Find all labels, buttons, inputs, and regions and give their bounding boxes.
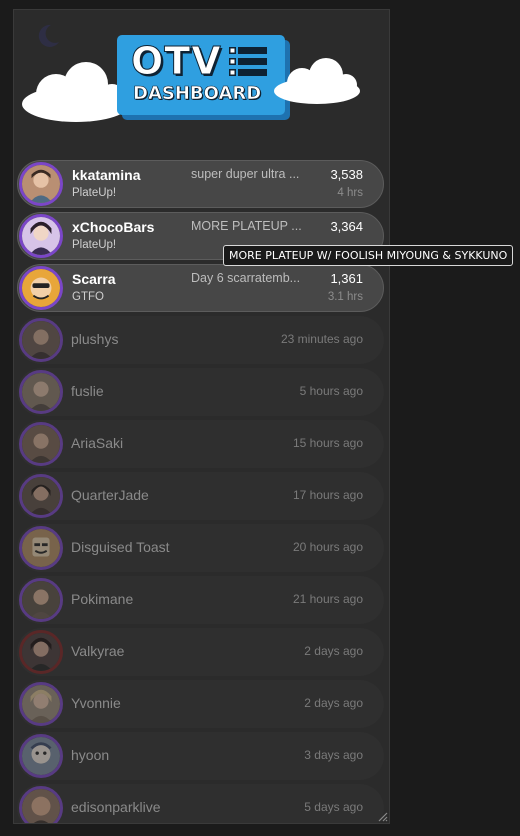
- resize-grip-icon[interactable]: [376, 810, 388, 822]
- last-live: 15 hours ago: [292, 436, 363, 450]
- streamer-name: Valkyrae: [71, 643, 125, 659]
- avatar: [19, 162, 63, 206]
- last-live: 21 hours ago: [292, 592, 363, 606]
- offline-streamer-row[interactable]: AriaSaki 15 hours ago: [17, 420, 384, 468]
- avatar: [19, 578, 63, 622]
- stream-title-tooltip: MORE PLATEUP W/ FOOLISH MIYOUNG & SYKKUN…: [223, 245, 514, 266]
- live-streamer-row[interactable]: Scarra GTFO Day 6 scarratemb... 1,361 3.…: [17, 264, 384, 312]
- streamer-name: fuslie: [71, 383, 104, 399]
- streamer-name: plushys: [71, 331, 119, 347]
- stream-game: PlateUp!: [72, 239, 117, 251]
- streamer-name: Pokimane: [71, 591, 134, 607]
- streamer-name: Disguised Toast: [71, 539, 170, 555]
- logo-dashboard-text: DASHBOARD: [133, 83, 262, 105]
- offline-streamer-row[interactable]: QuarterJade 17 hours ago: [17, 472, 384, 520]
- last-live: 5 days ago: [304, 800, 363, 814]
- last-live: 2 days ago: [304, 644, 363, 658]
- avatar: [19, 370, 63, 414]
- offline-streamer-row[interactable]: plushys 23 minutes ago: [17, 316, 384, 364]
- offline-streamer-row[interactable]: Valkyrae 2 days ago: [17, 628, 384, 676]
- last-live: 2 days ago: [304, 696, 363, 710]
- last-live: 3 days ago: [304, 748, 363, 762]
- streamer-name: AriaSaki: [71, 435, 124, 451]
- list-icon: [229, 47, 267, 76]
- avatar: [19, 214, 63, 258]
- avatar: [19, 474, 63, 518]
- cloud-left-decoration: [22, 62, 130, 122]
- stream-title: super duper ultra ...: [191, 167, 300, 181]
- streamer-name: kkatamina: [72, 167, 141, 183]
- cloud-right-decoration: [274, 58, 360, 104]
- stream-game: GTFO: [72, 291, 104, 303]
- offline-streamer-row[interactable]: Pokimane 21 hours ago: [17, 576, 384, 624]
- logo-otv-text: OTV: [131, 39, 222, 84]
- avatar: [19, 630, 63, 674]
- avatar: [19, 734, 63, 778]
- offline-streamer-row[interactable]: edisonparklive 5 days ago: [17, 784, 384, 823]
- viewer-count: 1,361: [330, 271, 363, 286]
- live-streamer-row[interactable]: kkatamina PlateUp! super duper ultra ...…: [17, 160, 384, 208]
- streamer-name: Yvonnie: [71, 695, 121, 711]
- moon-icon: [38, 24, 59, 47]
- viewer-count: 3,364: [330, 219, 363, 234]
- last-live: 17 hours ago: [292, 488, 363, 502]
- stream-title: MORE PLATEUP ...: [191, 219, 302, 233]
- streamer-name: xChocoBars: [72, 219, 155, 235]
- avatar: [19, 526, 63, 570]
- stream-uptime: 4 hrs: [337, 187, 363, 199]
- offline-streamer-row[interactable]: Disguised Toast 20 hours ago: [17, 524, 384, 572]
- last-live: 5 hours ago: [299, 384, 363, 398]
- streamer-name: edisonparklive: [71, 799, 161, 815]
- avatar: [19, 318, 63, 362]
- avatar: [19, 682, 63, 726]
- dashboard-panel: OTV DASHBOARD kkatamina PlateUp! super d…: [13, 9, 390, 824]
- offline-streamer-row[interactable]: hyoon 3 days ago: [17, 732, 384, 780]
- last-live: 23 minutes ago: [280, 332, 363, 346]
- stream-title: Day 6 scarratemb...: [191, 271, 301, 285]
- avatar: [19, 266, 63, 310]
- stream-game: PlateUp!: [72, 187, 117, 199]
- last-live: 20 hours ago: [292, 540, 363, 554]
- streamer-name: Scarra: [72, 271, 116, 287]
- viewer-count: 3,538: [330, 167, 363, 182]
- offline-streamer-row[interactable]: Yvonnie 2 days ago: [17, 680, 384, 728]
- stream-uptime: 3.1 hrs: [327, 291, 363, 303]
- avatar: [19, 786, 63, 823]
- streamer-name: QuarterJade: [71, 487, 149, 503]
- offline-streamer-row[interactable]: fuslie 5 hours ago: [17, 368, 384, 416]
- streamer-name: hyoon: [71, 747, 110, 763]
- avatar: [19, 422, 63, 466]
- otv-dashboard-logo: OTV DASHBOARD: [117, 35, 285, 115]
